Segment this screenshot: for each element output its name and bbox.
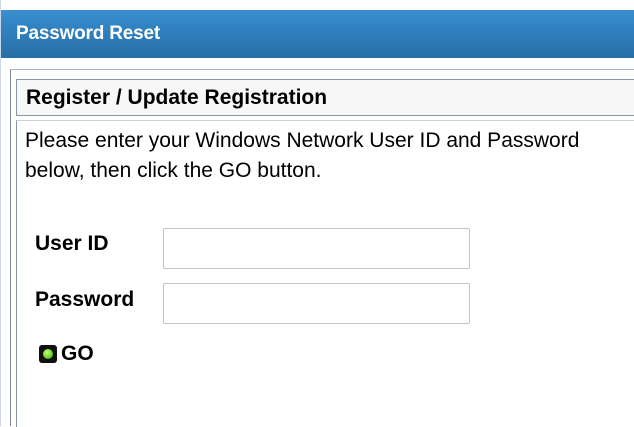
user-id-label: User ID [35, 232, 109, 255]
registration-form: Please enter your Windows Network User I… [16, 120, 634, 427]
instructions-text: Please enter your Windows Network User I… [25, 129, 580, 182]
panel-title: Password Reset [1, 10, 634, 58]
green-dot-icon [39, 345, 57, 363]
content-area: Register / Update Registration Please en… [10, 69, 634, 427]
user-id-input[interactable] [163, 228, 470, 269]
password-label: Password [35, 288, 135, 311]
section-title: Register / Update Registration [16, 79, 634, 116]
go-button[interactable]: GO [39, 342, 94, 366]
password-input[interactable] [163, 283, 470, 324]
go-button-label: GO [61, 342, 94, 365]
password-reset-panel: Password Reset Register / Update Registr… [0, 0, 634, 427]
